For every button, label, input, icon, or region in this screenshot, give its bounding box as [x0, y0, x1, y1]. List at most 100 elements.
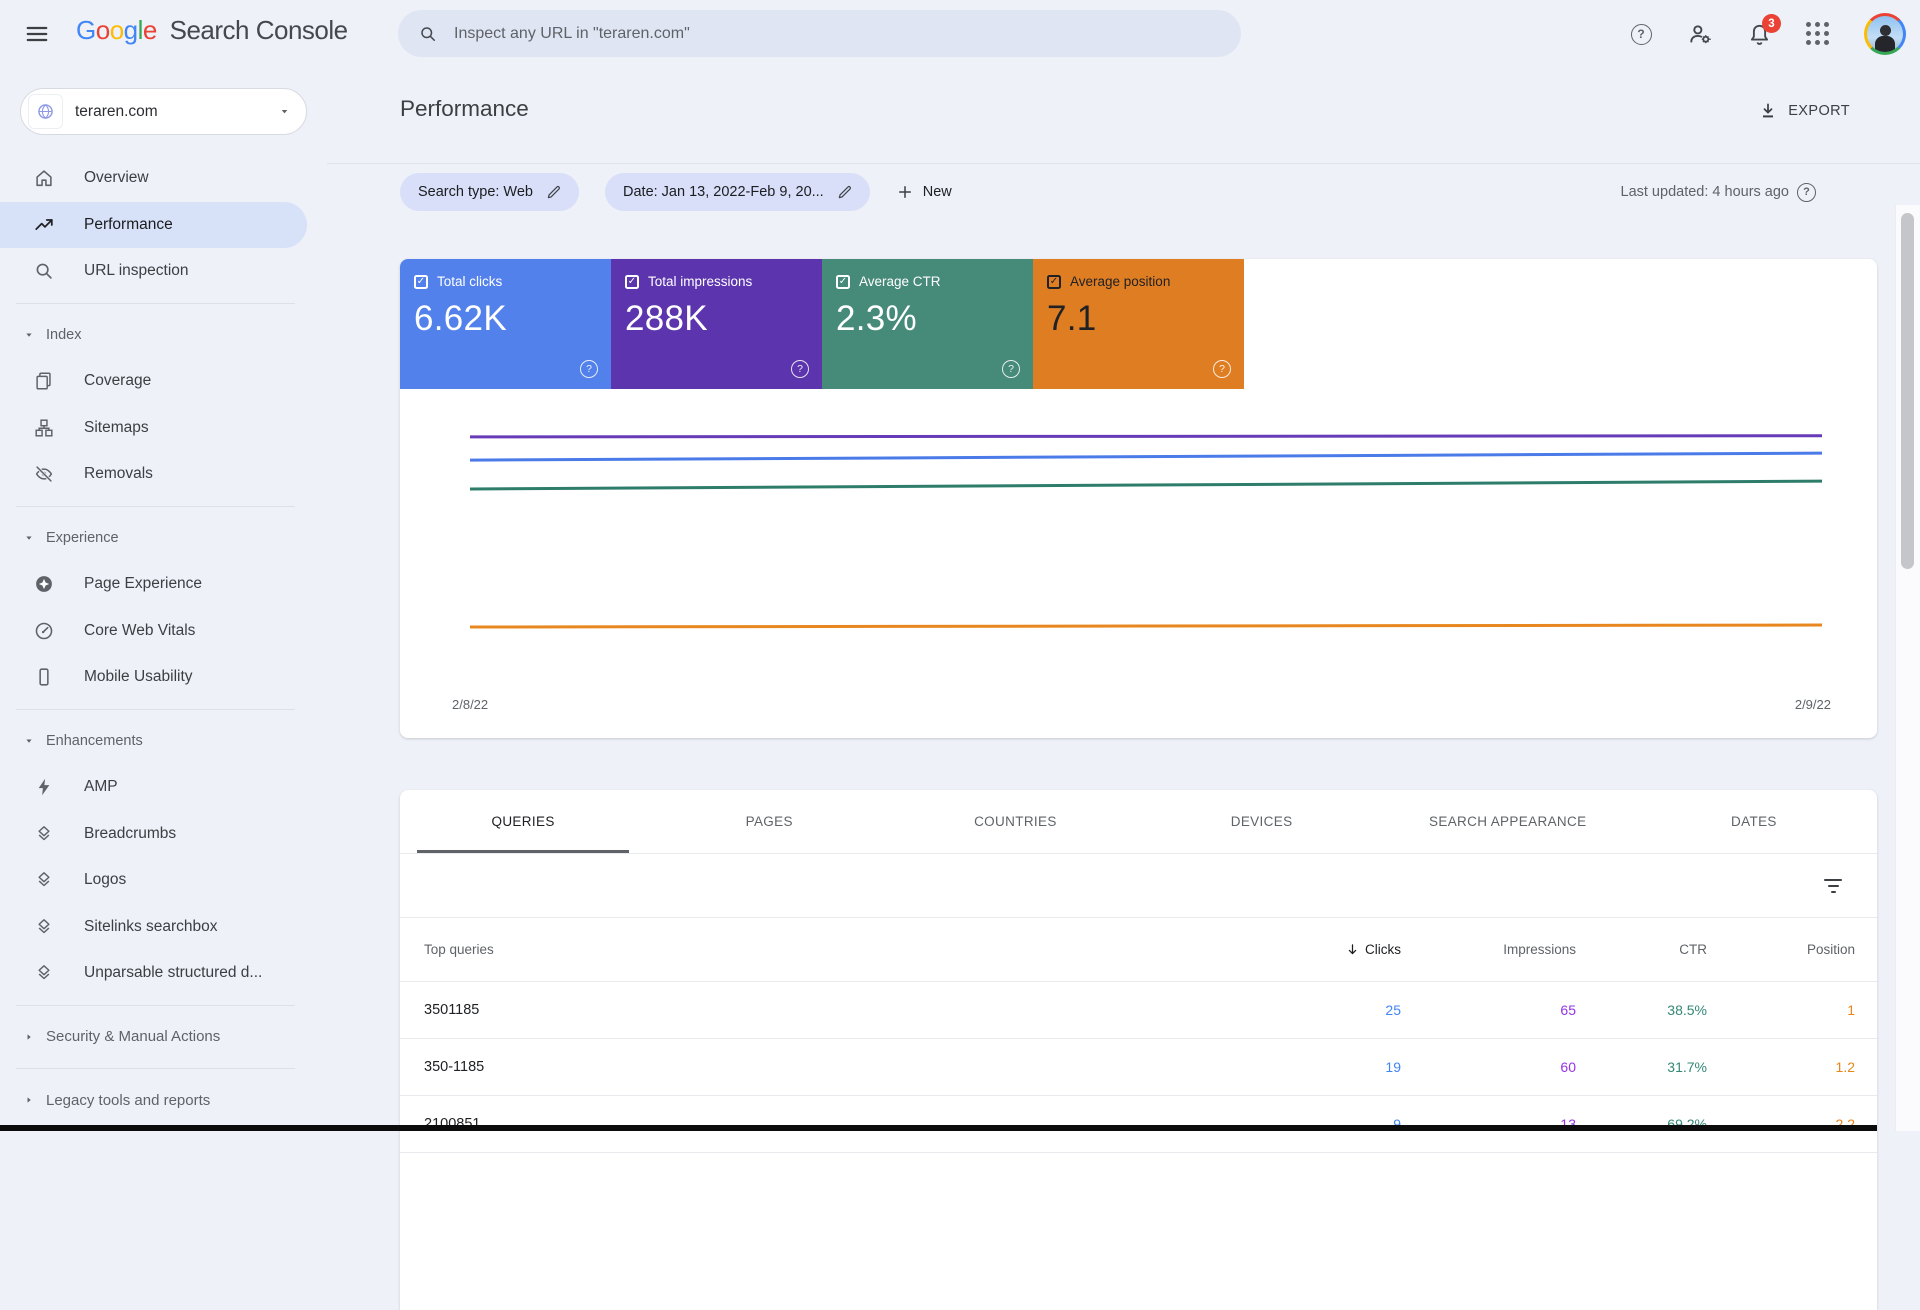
manage-users-button[interactable] — [1687, 21, 1713, 47]
sidebar-item-unparsable-structured-data[interactable]: Unparsable structured d... — [0, 950, 307, 997]
tab-label: QUERIES — [491, 814, 554, 829]
account-avatar[interactable] — [1864, 13, 1906, 55]
metric-card-total-impressions[interactable]: ✓Total impressions 288K ? — [611, 259, 822, 389]
position-cell: 1 — [1707, 1002, 1855, 1018]
ctr-cell: 38.5% — [1576, 1002, 1707, 1018]
checkbox-checked-icon[interactable]: ✓ — [625, 275, 639, 289]
metric-card-total-clicks[interactable]: ✓Total clicks 6.62K ? — [400, 259, 611, 389]
sidebar-item-label: Page Experience — [84, 575, 202, 593]
column-header-label: Impressions — [1503, 942, 1576, 957]
metric-value: 2.3% — [836, 299, 1019, 339]
metric-card-average-position[interactable]: ✓Average position 7.1 ? — [1033, 259, 1244, 389]
x-axis-label-start: 2/8/22 — [452, 697, 488, 712]
property-name: teraren.com — [75, 103, 264, 121]
layers-icon — [33, 916, 55, 938]
sidebar-item-amp[interactable]: AMP — [0, 764, 307, 811]
chevron-right-icon — [22, 1030, 36, 1044]
help-icon[interactable]: ? — [1213, 360, 1231, 378]
table-row[interactable]: 350-1185 19 60 31.7% 1.2 — [400, 1039, 1877, 1096]
person-gear-icon — [1687, 21, 1713, 47]
checkbox-checked-icon[interactable]: ✓ — [414, 275, 428, 289]
table-filter-button[interactable] — [1822, 875, 1844, 897]
checkbox-checked-icon[interactable]: ✓ — [836, 275, 850, 289]
tab-queries[interactable]: QUERIES — [400, 790, 646, 853]
help-icon[interactable]: ? — [580, 360, 598, 378]
sidebar-item-sitelinks-searchbox[interactable]: Sitelinks searchbox — [0, 904, 307, 951]
url-inspect-input[interactable]: Inspect any URL in "teraren.com" — [398, 10, 1241, 57]
sidebar-item-label: Coverage — [84, 372, 151, 390]
tab-search-appearance[interactable]: SEARCH APPEARANCE — [1385, 790, 1631, 853]
help-button[interactable]: ? — [1628, 21, 1654, 47]
column-header-clicks[interactable]: Clicks — [1161, 942, 1401, 957]
sidebar-item-sitemaps[interactable]: Sitemaps — [0, 405, 307, 452]
section-label: Index — [46, 327, 81, 343]
page-experience-icon — [33, 573, 55, 595]
column-header-position[interactable]: Position — [1707, 942, 1855, 957]
checkbox-checked-icon[interactable]: ✓ — [1047, 275, 1061, 289]
dimension-tabs: QUERIES PAGES COUNTRIES DEVICES SEARCH A… — [400, 790, 1877, 854]
pages-icon — [33, 370, 55, 392]
sidebar-item-performance[interactable]: Performance — [0, 202, 307, 249]
chevron-right-icon — [22, 1093, 36, 1107]
performance-line-chart[interactable] — [470, 410, 1822, 690]
tab-dates[interactable]: DATES — [1631, 790, 1877, 853]
sidebar-item-url-inspection[interactable]: URL inspection — [0, 248, 307, 295]
sidebar-section-enhancements[interactable]: Enhancements — [0, 718, 307, 765]
column-header-label: Clicks — [1365, 942, 1401, 957]
column-header-impressions[interactable]: Impressions — [1401, 942, 1576, 957]
google-apps-button[interactable] — [1805, 21, 1831, 47]
scrollbar-thumb[interactable] — [1901, 213, 1914, 569]
tab-devices[interactable]: DEVICES — [1139, 790, 1385, 853]
metric-card-average-ctr[interactable]: ✓Average CTR 2.3% ? — [822, 259, 1033, 389]
property-selector[interactable]: teraren.com — [20, 88, 307, 135]
impressions-cell: 65 — [1401, 1002, 1576, 1018]
last-updated: Last updated: 4 hours ago ? — [1621, 163, 1817, 221]
main-content: Performance EXPORT Search type: Web Date… — [307, 68, 1920, 1131]
sidebar-item-label: Performance — [84, 216, 173, 234]
sidebar-section-legacy-tools[interactable]: Legacy tools and reports — [0, 1077, 307, 1124]
clicks-line — [470, 453, 1822, 460]
sidebar-section-security-manual-actions[interactable]: Security & Manual Actions — [0, 1014, 307, 1061]
date-range-chip[interactable]: Date: Jan 13, 2022-Feb 9, 20... — [605, 173, 870, 211]
sitemap-icon — [33, 417, 55, 439]
sidebar-item-label: Removals — [84, 465, 153, 483]
scrollbar-track[interactable] — [1895, 205, 1920, 1131]
divider — [16, 1068, 295, 1069]
sidebar-item-coverage[interactable]: Coverage — [0, 358, 307, 405]
tab-pages[interactable]: PAGES — [646, 790, 892, 853]
sidebar-item-label: Breadcrumbs — [84, 825, 176, 843]
tab-countries[interactable]: COUNTRIES — [892, 790, 1138, 853]
sidebar-item-overview[interactable]: Overview — [0, 155, 307, 202]
new-filter-button[interactable]: New — [896, 183, 952, 201]
help-icon[interactable]: ? — [791, 360, 809, 378]
sidebar-item-label: Mobile Usability — [84, 668, 193, 686]
sidebar-item-breadcrumbs[interactable]: Breadcrumbs — [0, 811, 307, 858]
column-header-ctr[interactable]: CTR — [1576, 942, 1707, 957]
chip-label: Search type: Web — [418, 184, 533, 200]
sidebar-item-logos[interactable]: Logos — [0, 857, 307, 904]
export-button[interactable]: EXPORT — [1758, 101, 1850, 121]
phone-icon — [33, 666, 55, 688]
sidebar-item-page-experience[interactable]: Page Experience — [0, 561, 307, 608]
column-header-top-queries[interactable]: Top queries — [424, 942, 1161, 957]
table-row[interactable]: 3501185 25 65 38.5% 1 — [400, 982, 1877, 1039]
section-label: Security & Manual Actions — [46, 1028, 220, 1045]
app-logo[interactable]: Google Search Console — [76, 15, 348, 46]
sidebar: teraren.com Overview Performance URL ins… — [0, 68, 307, 1131]
sidebar-item-removals[interactable]: Removals — [0, 451, 307, 498]
query-cell: 3501185 — [424, 1002, 1161, 1018]
tab-label: COUNTRIES — [974, 814, 1057, 829]
sidebar-section-experience[interactable]: Experience — [0, 515, 307, 562]
sidebar-item-label: Sitemaps — [84, 419, 149, 437]
sidebar-item-mobile-usability[interactable]: Mobile Usability — [0, 654, 307, 701]
logo-letter: e — [143, 15, 157, 45]
sidebar-section-index[interactable]: Index — [0, 312, 307, 359]
help-icon[interactable]: ? — [1002, 360, 1020, 378]
search-type-chip[interactable]: Search type: Web — [400, 173, 579, 211]
sort-arrow-down-icon — [1345, 942, 1360, 957]
menu-icon[interactable] — [24, 21, 50, 47]
section-label: Legacy tools and reports — [46, 1092, 210, 1109]
help-icon[interactable]: ? — [1797, 183, 1816, 202]
sidebar-item-core-web-vitals[interactable]: Core Web Vitals — [0, 608, 307, 655]
notifications-button[interactable]: 3 — [1746, 21, 1772, 47]
